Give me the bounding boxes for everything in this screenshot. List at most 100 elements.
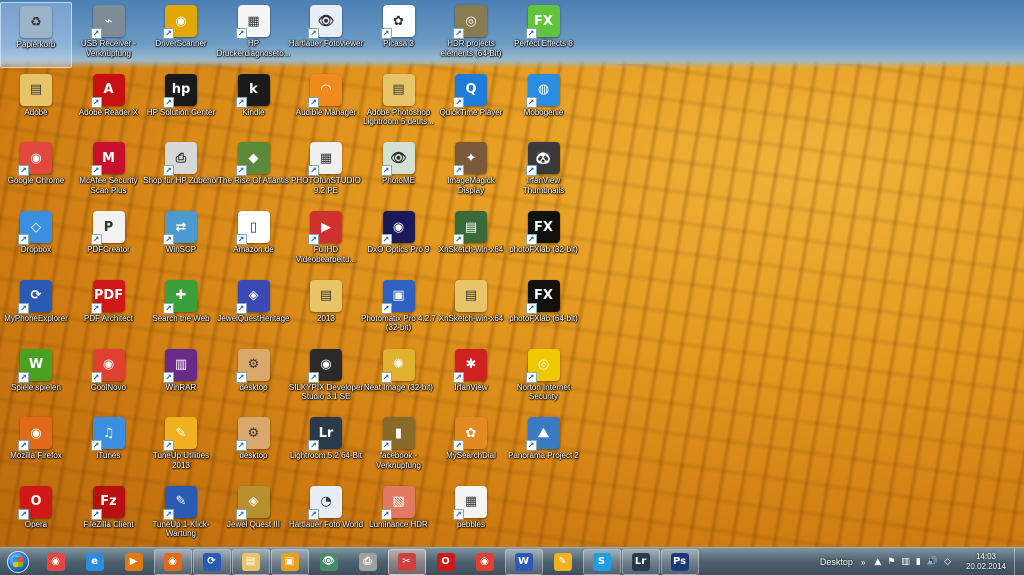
desktop-icon[interactable]: ▦ ↗ HP Druckerdiagnoseto...	[217, 2, 290, 68]
show-desktop-button[interactable]	[1014, 548, 1024, 575]
desktop-icon[interactable]: ◈ ↗ JewelQuestHeritage	[217, 277, 290, 343]
desktop-icon[interactable]: ◍ ↗ Mobogenie	[508, 71, 580, 137]
start-button[interactable]	[0, 548, 36, 575]
desktop-icon[interactable]: ⎙ ↗ Shop für HP Zubehör	[143, 139, 219, 205]
desktop-icon[interactable]: ▤ Adobe	[0, 71, 72, 137]
desktop-icon[interactable]: ◆ ↗ The Rise Of Atlantis	[218, 139, 290, 205]
desktop-icon[interactable]: ◎ ↗ Norton Internet Security	[508, 346, 580, 412]
desktop-icon[interactable]: 👁 ↗ Hartlauer Fotoviewer	[289, 2, 363, 68]
desktop-icon[interactable]: ◎ ↗ HDR projects elements (64-Bit)	[435, 2, 507, 68]
dropbox-tray-icon[interactable]: ◇	[944, 557, 951, 567]
desktop-toolbar-label[interactable]: Desktop	[820, 557, 853, 567]
taskbar-button-coolnovo[interactable]: ◉	[466, 549, 504, 575]
desktop-icon[interactable]: Lr ↗ Lightroom 5.2 64-Bit	[290, 414, 362, 480]
taskbar-button-media-player[interactable]: ▶	[115, 549, 153, 575]
shortcut-arrow-icon: ↗	[163, 165, 174, 177]
desktop-icon[interactable]: ◉ ↗ DxO Optics Pro 9	[363, 208, 435, 274]
desktop-icon[interactable]: W ↗ Spiele spielen	[0, 346, 72, 412]
desktop-icon[interactable]: ◇ ↗ Dropbox	[0, 208, 72, 274]
desktop-icon[interactable]: O ↗ Opera	[0, 483, 72, 549]
desktop-icon[interactable]: M ↗ McAfee Security Scan Plus	[73, 139, 145, 205]
desktop-icon[interactable]: hp ↗ HP Solution Center	[145, 71, 217, 137]
desktop-icon[interactable]: ▦ ↗ PHOTOfunSTUDIO 9.2 PE	[290, 139, 362, 205]
desktop-icon[interactable]: Fz ↗ FileZilla Client	[73, 483, 145, 549]
taskbar-button-skype[interactable]: S	[582, 548, 621, 575]
desktop-icon[interactable]: P ↗ PDFCreator	[73, 208, 145, 274]
taskbar-button-chrome[interactable]: ◉	[37, 549, 75, 575]
taskbar-button-snipping[interactable]: ✂	[387, 548, 426, 575]
desktop-icon[interactable]: ◉ ↗ CoolNovo	[73, 346, 145, 412]
desktop-icon[interactable]: ◔ ↗ Hartlauer Foto World	[289, 483, 363, 549]
desktop-icon[interactable]: ✎ ↗ TuneUp 1-Klick-Wartung	[145, 483, 217, 549]
desktop-icon[interactable]: ✦ ↗ ImageMagick Display	[435, 139, 507, 205]
desktop-icon[interactable]: ◉ ↗ DriverScanner	[145, 2, 217, 68]
desktop-icon[interactable]: ▦ ↗ pebbles	[435, 483, 507, 549]
desktop-icon[interactable]: ⟳ ↗ MyPhoneExplorer	[0, 277, 72, 343]
desktop-icon[interactable]: ✚ ↗ Search the Web	[145, 277, 217, 343]
taskbar-button-myphoneexplorer[interactable]: ⟳	[192, 548, 231, 575]
desktop-icon[interactable]: ⌁ ↗ USB Receiver - Verknüpfung	[73, 2, 145, 68]
desktop-icon[interactable]: ♻ Papierkorb	[0, 2, 72, 68]
taskbar-button-firefox[interactable]: ◉	[153, 548, 192, 575]
taskbar-button-internet-explorer[interactable]: e	[76, 549, 114, 575]
taskbar-button-photome[interactable]: 👁	[310, 549, 348, 575]
battery-icon[interactable]: ▮	[916, 557, 921, 567]
desktop-icon[interactable]: ▧ ↗ Luminance HDR	[363, 483, 435, 549]
desktop-icon[interactable]: ✿ ↗ Picasa 3	[363, 2, 435, 68]
desktop-icon[interactable]: ◉ ↗ SILKYPIX Developer Studio 3.1 SE	[289, 346, 363, 412]
desktop-icon[interactable]: ▤ ↗ XnSketch-win-x64	[435, 208, 507, 274]
desktop-icon[interactable]: FX ↗ photoFXlab (32-bit)	[508, 208, 580, 274]
myphoneexplorer-icon: ⟳ ↗	[18, 279, 52, 314]
volume-icon[interactable]: 🔊	[927, 557, 938, 567]
desktop-icon[interactable]: Q ↗ QuickTime Player	[435, 71, 507, 137]
desktop-icon[interactable]: ✱ ↗ IrfanView	[435, 346, 507, 412]
desktop-icon-label: WinSCP	[165, 245, 197, 255]
desktop-icon[interactable]: ⚙ ↗ desktop	[218, 414, 290, 480]
shortcut-arrow-icon: ↗	[235, 440, 247, 452]
desktop-icon[interactable]: PDF ↗ PDF Architect	[73, 277, 145, 343]
show-hidden-icons[interactable]: ▲	[874, 557, 881, 567]
taskbar-button-tuneup[interactable]: ✎	[544, 549, 582, 575]
desktop-icon[interactable]: FX ↗ photoFXlab (64-bit)	[508, 277, 580, 343]
desktop-icon[interactable]: ⇄ ↗ WinSCP	[145, 208, 217, 274]
taskbar-button-lightroom[interactable]: Lr	[621, 548, 660, 575]
desktop-icon[interactable]: ▮ ↗ facebook - Verknüpfung	[363, 414, 435, 480]
desktop-icon[interactable]: 👁 ↗ PhotoME	[363, 139, 435, 205]
desktop-icon[interactable]: ◈ ↗ Jewel Quest III	[218, 483, 290, 549]
desktop-icon[interactable]: ♫ ↗ iTunes	[73, 414, 145, 480]
desktop-icon[interactable]: A ↗ Adobe Reader X	[73, 71, 145, 137]
flag-icon[interactable]: ⚑	[887, 557, 895, 567]
desktop-icon[interactable]: ▣ ↗ Photomatix Pro 4.2.7 (32-bit)	[361, 277, 436, 343]
desktop-icon[interactable]: ◉ ↗ Mozilla Firefox	[0, 414, 72, 480]
desktop-icon[interactable]: ⛰ ↗ Panorama Project 2	[508, 414, 580, 480]
desktop-icon[interactable]: ▤ Adobe Photoshop Lightroom 5 deuts...	[363, 71, 435, 137]
taskbar-button-explorer[interactable]: ▤	[231, 548, 270, 575]
taskbar-button-word[interactable]: W	[504, 548, 543, 575]
taskbar-button-opera[interactable]: O	[427, 549, 465, 575]
desktop-icon[interactable]: ⚙ ↗ desktop	[218, 346, 290, 412]
network-icon[interactable]: ▥	[901, 557, 910, 567]
windows-start-orb-icon[interactable]	[7, 550, 29, 573]
desktop-icon[interactable]: ✎ ↗ TuneUp Utilities 2013	[145, 414, 217, 480]
desktop-icon[interactable]: ◉ ↗ Google Chrome	[0, 139, 72, 205]
taskbar-button-hp-shop[interactable]: ⎙	[349, 549, 387, 575]
folder-icon: ▤	[241, 552, 260, 571]
desktop-icon[interactable]: ▶ ↗ FullHD Videobearbeitu...	[290, 208, 362, 274]
clock[interactable]: 14:03 20.02.2014	[958, 552, 1014, 572]
desktop-icon[interactable]: FX ↗ Perfect Effects 8	[508, 2, 580, 68]
desktop-icon[interactable]: ✿ ↗ MySearchDial	[435, 414, 507, 480]
panorama-project-icon: ⛰ ↗	[525, 417, 560, 452]
desktop-icon[interactable]: ▤ 2013	[290, 277, 362, 343]
desktop-icon[interactable]: ▤ XnSketch-win-x64	[435, 277, 507, 343]
desktop-icon[interactable]: ◠ ↗ Audible Manager	[290, 71, 362, 137]
desktop-icon[interactable]: k ↗ Kindle	[218, 71, 290, 137]
shortcut-arrow-icon: ↗	[453, 371, 464, 383]
desktop-icon[interactable]: ▯ ↗ Amazon.de	[218, 208, 290, 274]
desktop-icon[interactable]: ▥ ↗ WinRAR	[145, 346, 217, 412]
taskbar-button-photoshop[interactable]: Ps	[660, 548, 699, 575]
desktop-icon[interactable]: ✺ ↗ Neat Image (32-bit)	[363, 346, 435, 412]
toolbar-chevron-icon[interactable]: »	[861, 558, 865, 567]
taskbar-button-hartlauer[interactable]: ▣	[270, 548, 309, 575]
desktop-icon-label: McAfee Security Scan Plus	[79, 176, 138, 195]
desktop-icon[interactable]: 🐼 ↗ IrfanView Thumbnails	[508, 139, 580, 205]
